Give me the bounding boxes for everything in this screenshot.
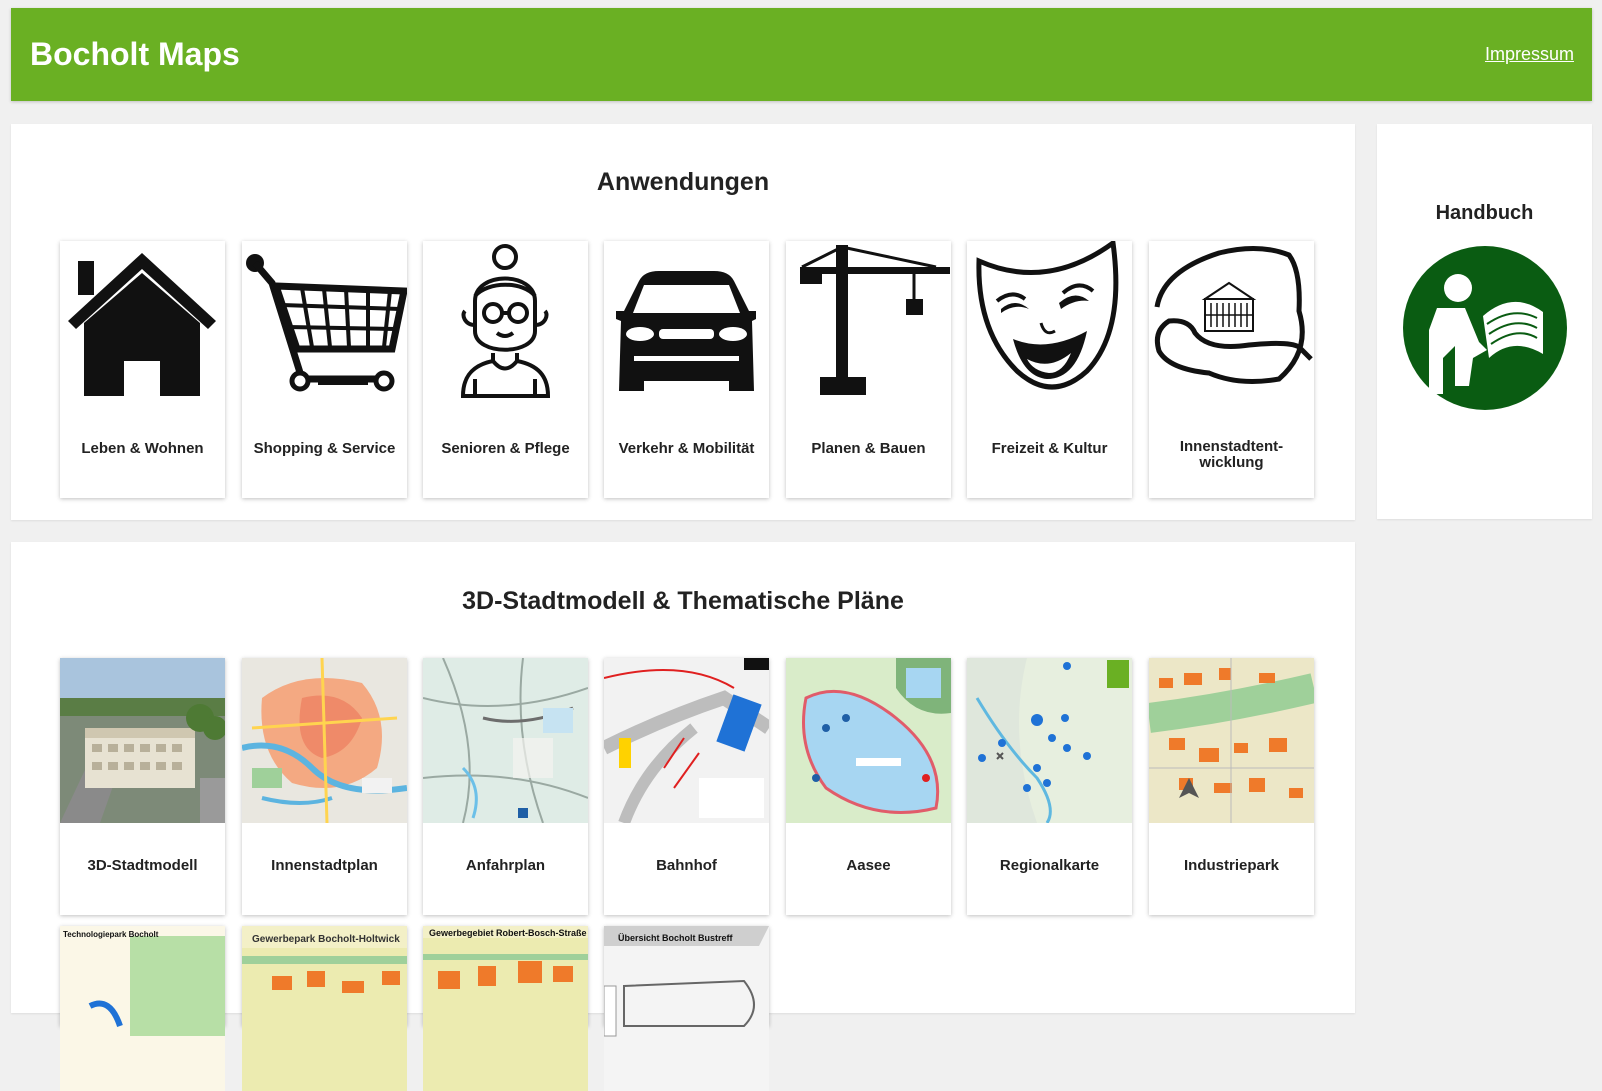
map-label: Regionalkarte [999, 857, 1100, 874]
city-center-map-thumbnail [242, 658, 407, 823]
map-label: Anfahrplan [465, 857, 546, 874]
regional-map-thumbnail [967, 658, 1132, 823]
handbook-title: Handbuch [1435, 202, 1534, 224]
app-label: Senioren & Pflege [441, 440, 570, 457]
shopping-cart-icon [246, 254, 407, 392]
industrial-park-map-thumbnail [1149, 658, 1314, 823]
applications-panel: Anwendungen Leben & Wohnen Shopping & Se… [11, 124, 1355, 520]
map-card-anfahrplan[interactable]: Anfahrplan [423, 658, 588, 915]
map-card-technologiepark[interactable]: Technologiepark Bocholt [60, 926, 225, 1091]
app-title: Bocholt Maps [30, 36, 240, 72]
app-label: Leben & Wohnen [81, 440, 204, 457]
header-bar: Bocholt Maps Impressum [11, 8, 1592, 101]
lake-map-thumbnail [786, 658, 951, 823]
maps-title: 3D-Stadtmodell & Thematische Pläne [462, 587, 904, 615]
impressum-link[interactable]: Impressum [1485, 44, 1574, 65]
map-label: 3D-Stadtmodell [87, 857, 198, 874]
theater-mask-icon [976, 241, 1119, 390]
bus-station-map-thumbnail [604, 926, 769, 1091]
map-card-industriepark[interactable]: Industriepark [1149, 658, 1314, 915]
technology-park-map-thumbnail [60, 926, 225, 1091]
map-heading: Gewerbegebiet Robert-Bosch-Straße [429, 928, 587, 938]
car-icon [616, 271, 756, 391]
app-card-freizeit-kultur[interactable]: Freizeit & Kultur [967, 241, 1132, 498]
crane-icon [800, 245, 950, 395]
app-label: Innenstadtent- wicklung [1179, 438, 1284, 471]
map-card-regionalkarte[interactable]: Regionalkarte [967, 658, 1132, 915]
map-card-innenstadtplan[interactable]: Innenstadtplan [242, 658, 407, 915]
map-card-3d-stadtmodell[interactable]: 3D-Stadtmodell [60, 658, 225, 915]
map-card-gewerbegebiet-robert-bosch[interactable]: Gewerbegebiet Robert-Bosch-Straße [423, 926, 588, 1091]
map-card-gewerbepark-holtwick[interactable]: Gewerbepark Bocholt-Holtwick [242, 926, 407, 1091]
app-label: Freizeit & Kultur [991, 440, 1108, 457]
handbook-panel[interactable]: Handbuch [1377, 124, 1592, 519]
map-label: Aasee [846, 857, 891, 874]
app-card-shopping-service[interactable]: Shopping & Service [242, 241, 407, 498]
senior-person-icon [460, 244, 551, 398]
app-card-innenstadtentwicklung[interactable]: Innenstadtent- wicklung [1149, 241, 1314, 498]
map-card-aasee[interactable]: Aasee [786, 658, 951, 915]
map-heading: Technologiepark Bocholt [63, 930, 159, 939]
app-card-senioren-pflege[interactable]: Senioren & Pflege [423, 241, 588, 498]
manual-reader-icon [1403, 246, 1567, 410]
map-heading: Gewerbepark Bocholt-Holtwick [252, 934, 400, 945]
commercial-area-map-thumbnail [423, 926, 588, 1091]
app-card-planen-bauen[interactable]: Planen & Bauen [786, 241, 951, 498]
map-label: Industriepark [1183, 857, 1280, 874]
applications-title: Anwendungen [596, 168, 770, 196]
maps-panel: 3D-Stadtmodell & Thematische Pläne 3D-St… [11, 542, 1355, 1091]
city-center-icon [1154, 245, 1313, 384]
house-icon [68, 253, 216, 396]
map-heading: Übersicht Bocholt Bustreff [618, 933, 733, 943]
app-label: Verkehr & Mobilität [618, 440, 755, 457]
app-card-verkehr-mobilitaet[interactable]: Verkehr & Mobilität [604, 241, 769, 498]
3d-city-model-thumbnail [60, 658, 225, 823]
app-label: Shopping & Service [253, 440, 396, 457]
approach-map-thumbnail [423, 658, 588, 823]
station-map-thumbnail [604, 658, 769, 823]
map-card-bahnhof[interactable]: Bahnhof [604, 658, 769, 915]
map-label: Bahnhof [656, 857, 717, 874]
commercial-park-map-thumbnail [242, 926, 407, 1091]
map-card-bustreff[interactable]: Übersicht Bocholt Bustreff [604, 926, 769, 1091]
app-label: Planen & Bauen [811, 440, 926, 457]
map-label: Innenstadtplan [271, 857, 378, 874]
app-card-leben-wohnen[interactable]: Leben & Wohnen [60, 241, 225, 498]
